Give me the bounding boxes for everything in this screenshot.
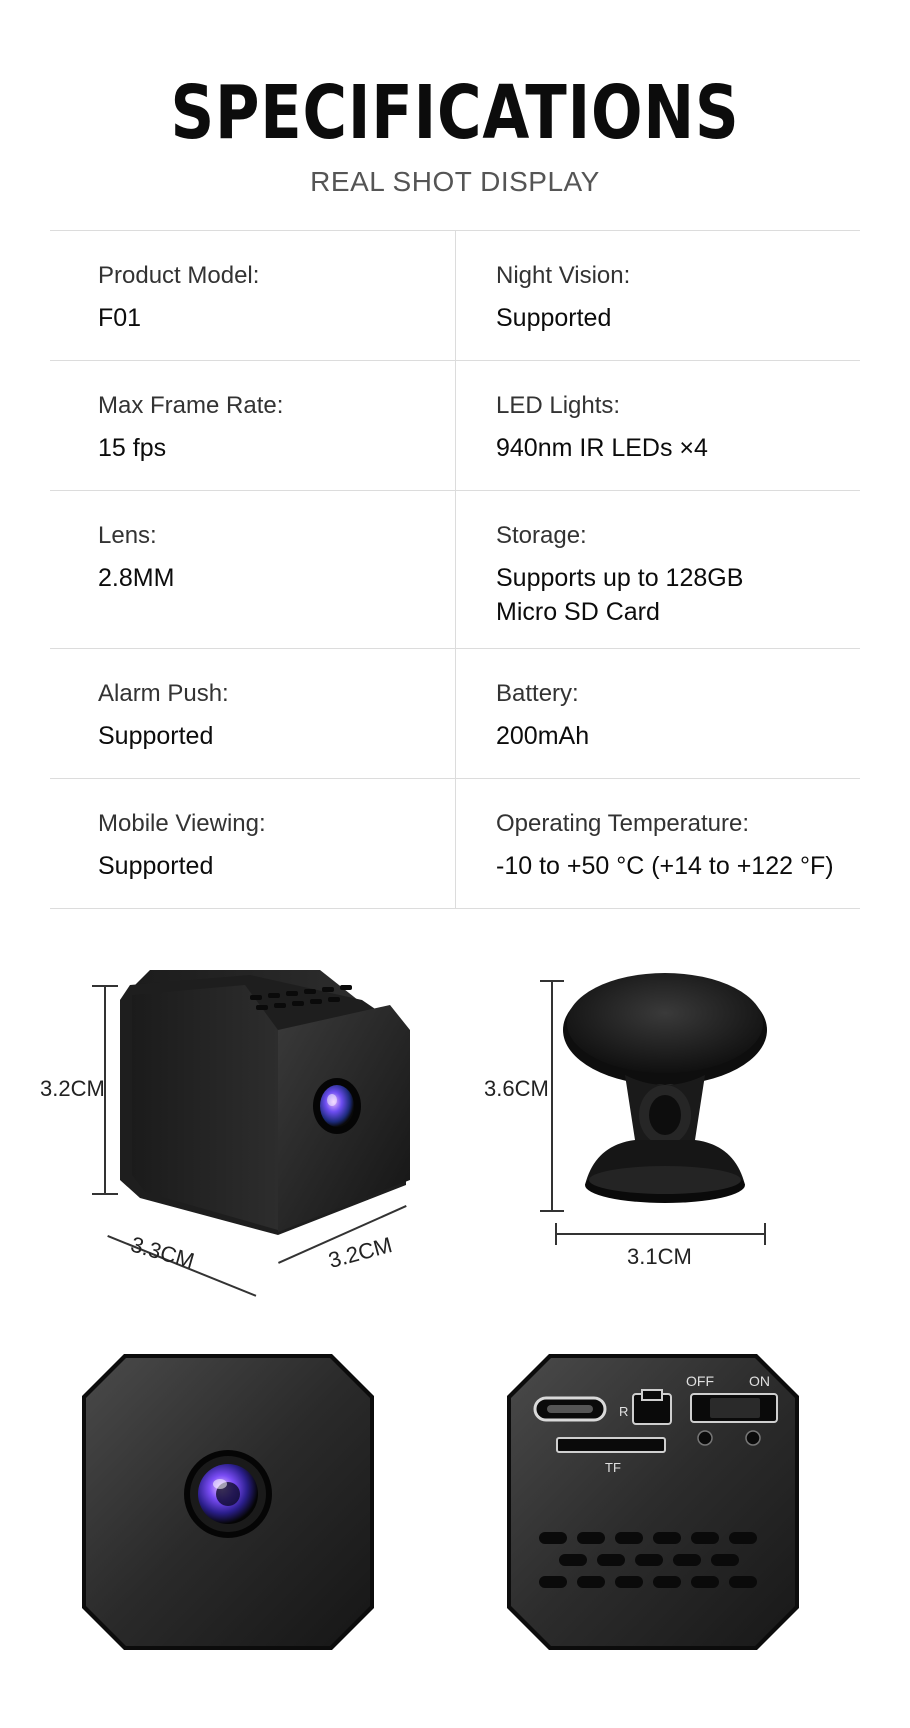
spec-table: Product Model: F01 Night Vision: Support… bbox=[50, 230, 860, 909]
spec-value: Supported bbox=[98, 722, 214, 750]
spec-label: Storage: bbox=[496, 522, 587, 549]
spec-cell: Operating Temperature: -10 to +50 °C (+1… bbox=[455, 779, 860, 908]
spec-label: Product Model: bbox=[98, 262, 260, 289]
spec-label: Battery: bbox=[496, 680, 579, 707]
spec-cell: Night Vision: Supported bbox=[455, 231, 860, 360]
spec-label: Max Frame Rate: bbox=[98, 392, 284, 419]
spec-label: Alarm Push: bbox=[98, 680, 229, 707]
mount-height-line bbox=[551, 980, 553, 1212]
tf-slot-label: TF bbox=[605, 1460, 621, 1475]
spec-row: Product Model: F01 Night Vision: Support… bbox=[50, 231, 860, 361]
spec-cell: Storage: Supports up to 128GB Micro SD C… bbox=[455, 491, 860, 648]
spec-label: Lens: bbox=[98, 522, 157, 549]
reset-label: R bbox=[619, 1404, 629, 1419]
spec-cell: Lens: 2.8MM bbox=[50, 491, 455, 648]
mount-width-label: 3.1CM bbox=[627, 1244, 692, 1269]
spec-row: Max Frame Rate: 15 fps LED Lights: 940nm… bbox=[50, 361, 860, 491]
camera-back-image bbox=[507, 1354, 799, 1650]
page-title: SPECIFICATIONS bbox=[170, 70, 740, 156]
spec-value: Supports up to 128GB bbox=[496, 564, 744, 592]
spec-value-line2: Micro SD Card bbox=[496, 598, 660, 626]
spec-row: Alarm Push: Supported Battery: 200mAh bbox=[50, 649, 860, 779]
spec-row: Lens: 2.8MM Storage: Supports up to 128G… bbox=[50, 491, 860, 649]
switch-on-label: ON bbox=[749, 1373, 770, 1389]
camera-front-image bbox=[82, 1354, 374, 1650]
mount-height-label: 3.6CM bbox=[484, 1076, 549, 1101]
camera-cube-image bbox=[120, 970, 410, 1235]
spec-value: Supported bbox=[496, 304, 612, 332]
spec-value: 940nm IR LEDs ×4 bbox=[496, 434, 708, 462]
spec-label: LED Lights: bbox=[496, 392, 621, 419]
spec-label: Night Vision: bbox=[496, 262, 631, 289]
switch-off-label: OFF bbox=[686, 1373, 714, 1389]
spec-cell: Max Frame Rate: 15 fps bbox=[50, 361, 455, 490]
mount-width-tick-right bbox=[764, 1223, 766, 1245]
spec-value: 2.8MM bbox=[98, 564, 175, 592]
spec-label: Mobile Viewing: bbox=[98, 810, 266, 837]
spec-cell: Battery: 200mAh bbox=[455, 649, 860, 778]
spec-cell: Product Model: F01 bbox=[50, 231, 455, 360]
spec-cell: Mobile Viewing: Supported bbox=[50, 779, 455, 908]
spec-value: F01 bbox=[98, 304, 142, 332]
spec-row: Mobile Viewing: Supported Operating Temp… bbox=[50, 779, 860, 909]
spec-value: Supported bbox=[98, 852, 214, 880]
spec-value: -10 to +50 °C (+14 to +122 °F) bbox=[496, 852, 834, 880]
spec-cell: LED Lights: 940nm IR LEDs ×4 bbox=[455, 361, 860, 490]
mount-width-line bbox=[555, 1233, 766, 1235]
spec-label: Operating Temperature: bbox=[496, 810, 750, 837]
spec-cell: Alarm Push: Supported bbox=[50, 649, 455, 778]
page-subtitle: REAL SHOT DISPLAY bbox=[310, 166, 600, 197]
magnetic-mount-image bbox=[563, 973, 767, 1203]
camera-height-label: 3.2CM bbox=[40, 1076, 105, 1101]
spec-value: 200mAh bbox=[496, 722, 590, 750]
mount-width-tick-left bbox=[555, 1223, 557, 1245]
spec-value: 15 fps bbox=[98, 434, 167, 462]
